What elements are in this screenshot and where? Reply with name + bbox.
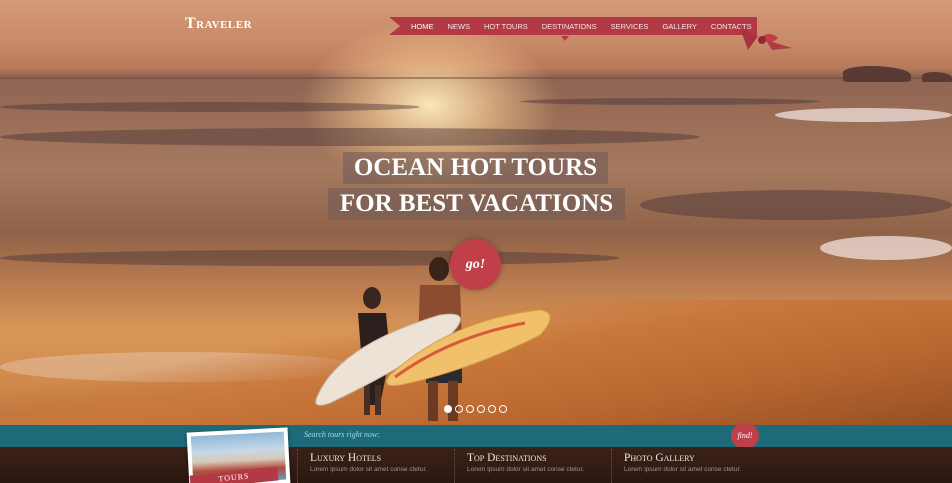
nav-item-news[interactable]: News	[441, 22, 478, 31]
nav-dropdown-pointer	[561, 36, 569, 41]
slider-dot[interactable]	[488, 405, 496, 413]
ribbon-bow-icon	[740, 28, 792, 50]
surfers-image	[315, 257, 551, 421]
feature-photo-gallery[interactable]: Photo Gallery Lorem ipsum dolor sit amet…	[611, 449, 741, 483]
hero-headline-line2: FOR BEST VACATIONS	[328, 188, 625, 220]
main-nav: Home News Hot Tours Destinations Service…	[389, 17, 757, 35]
feature-top-destinations[interactable]: Top Destinations Lorem ipsum dolor sit a…	[454, 449, 584, 483]
find-button[interactable]: find!	[731, 423, 759, 449]
slider-dot[interactable]	[477, 405, 485, 413]
wave	[640, 190, 952, 220]
horizon-line	[0, 77, 952, 79]
feature-title: Photo Gallery	[624, 452, 695, 464]
wave	[0, 102, 420, 112]
slider-dot[interactable]	[444, 405, 452, 413]
slider-dot[interactable]	[466, 405, 474, 413]
island-silhouette	[843, 66, 911, 82]
island-silhouette	[922, 72, 952, 82]
nav-item-hot-tours[interactable]: Hot Tours	[477, 22, 535, 31]
feature-text: Lorem ipsum dolor sit amet conse ctetur.	[467, 466, 585, 473]
nav-item-gallery[interactable]: Gallery	[655, 22, 703, 31]
feature-luxury-hotels[interactable]: Luxury Hotels Lorem ipsum dolor sit amet…	[297, 449, 427, 483]
feature-text: Lorem ipsum dolor sit amet conse ctetur.	[624, 466, 742, 473]
feature-title: Top Destinations	[467, 452, 547, 464]
search-bar	[0, 425, 952, 447]
wave-foam	[820, 236, 952, 260]
site-logo[interactable]: Traveler	[185, 15, 252, 33]
wave	[0, 128, 700, 146]
wave-foam	[775, 108, 952, 122]
nav-item-destinations[interactable]: Destinations	[535, 22, 604, 31]
slider-dot[interactable]	[499, 405, 507, 413]
hero-headline-line1: OCEAN HOT TOURS	[343, 152, 608, 184]
slider-pagination	[444, 405, 507, 413]
search-prompt[interactable]: Search tours right now:	[304, 430, 380, 439]
feature-title: Luxury Hotels	[310, 452, 382, 464]
feature-text: Lorem ipsum dolor sit amet conse ctetur.	[310, 466, 428, 473]
go-button[interactable]: go!	[450, 239, 501, 290]
slider-dot[interactable]	[455, 405, 463, 413]
wave	[520, 98, 820, 105]
nav-item-services[interactable]: Services	[604, 22, 656, 31]
